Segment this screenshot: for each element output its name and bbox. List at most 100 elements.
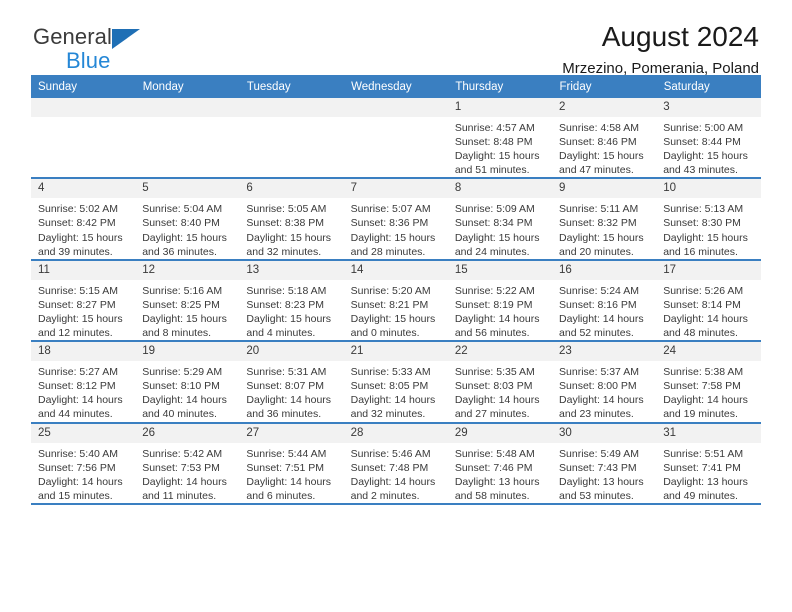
daylight-duration-line1: Daylight: 14 hours (142, 394, 227, 407)
day-sun-info: Sunrise: 5:38 AM Sunset: 7:58 PM Daylight:… (656, 361, 760, 421)
day-number: 4 (31, 179, 136, 199)
day-number: 29 (447, 423, 553, 443)
day-number: 24 (656, 342, 761, 362)
daylight-duration-line1: Daylight: 14 hours (350, 394, 436, 407)
daylight-duration-line2: and 28 minutes. (350, 245, 426, 258)
logo-triangle-icon (111, 29, 140, 49)
calendar-week-row: 25 Sunrise: 5:40 AM Sunset: 7:56 PM Dayligh… (31, 422, 761, 505)
sunset-time: Sunset: 8:32 PM (559, 217, 637, 230)
calendar-day-cell[interactable]: 16 Sunrise: 5:24 AM Sunset: 8:16 PM Dayligh… (552, 259, 657, 343)
page-title: August 2024 (601, 21, 759, 52)
sunrise-time: Sunrise: 4:58 AM (559, 122, 639, 134)
day-sun-info: Sunrise: 5:15 AM Sunset: 8:27 PM Daylight:… (31, 280, 135, 340)
day-number: 21 (343, 342, 448, 362)
calendar-day-cell[interactable]: 6 Sunrise: 5:05 AM Sunset: 8:38 PM Daylight… (239, 178, 344, 261)
day-sun-info: Sunrise: 5:46 AM Sunset: 7:48 PM Daylight:… (344, 443, 448, 503)
sunrise-time: Sunrise: 5:11 AM (559, 203, 639, 216)
calendar-day-cell[interactable]: 10 Sunrise: 5:13 AM Sunset: 8:30 PM Dayligh… (656, 178, 761, 261)
logo-blue-label: Blue (66, 48, 111, 73)
calendar-week-row: 11 Sunrise: 5:15 AM Sunset: 8:27 PM Dayligh… (31, 259, 761, 343)
daylight-duration-line2: and 36 minutes. (142, 245, 217, 258)
sunrise-time: Sunrise: 5:26 AM (663, 284, 744, 297)
daylight-duration-line1: Daylight: 15 hours (350, 231, 436, 244)
calendar-day-cell[interactable]: 29 Sunrise: 5:48 AM Sunset: 7:46 PM Dayligh… (447, 422, 553, 505)
day-sun-info: Sunrise: 5:27 AM Sunset: 8:12 PM Daylight:… (31, 361, 135, 421)
calendar-day-cell[interactable]: 26 Sunrise: 5:42 AM Sunset: 7:53 PM Dayligh… (135, 422, 240, 505)
daylight-duration-line2: and 11 minutes. (142, 489, 217, 502)
sunrise-time: Sunrise: 5:37 AM (559, 366, 639, 379)
day-number: 9 (552, 179, 657, 199)
sunset-time: Sunset: 8:46 PM (559, 136, 637, 149)
calendar-day-cell[interactable]: 15 Sunrise: 5:22 AM Sunset: 8:19 PM Dayligh… (447, 259, 553, 343)
daylight-duration-line2: and 32 minutes. (246, 245, 322, 258)
day-sun-info: Sunrise: 5:48 AM Sunset: 7:46 PM Daylight:… (448, 443, 552, 503)
calendar-week-row: 4 Sunrise: 5:02 AM Sunset: 8:42 PM Daylight… (31, 178, 761, 261)
daylight-duration-line1: Daylight: 15 hours (142, 312, 227, 325)
calendar-day-cell[interactable]: 4 Sunrise: 5:02 AM Sunset: 8:42 PM Daylight… (31, 178, 136, 261)
sunset-time: Sunset: 7:41 PM (663, 461, 741, 474)
sunrise-time: Sunrise: 5:48 AM (454, 447, 535, 460)
daylight-duration-line2: and 12 minutes. (38, 327, 113, 340)
daylight-duration-line1: Daylight: 15 hours (663, 231, 748, 244)
calendar-day-cell[interactable]: 3 Sunrise: 5:00 AM Sunset: 8:44 PM Daylight… (656, 98, 761, 180)
calendar-day-cell[interactable]: 24 Sunrise: 5:38 AM Sunset: 7:58 PM Dayligh… (656, 341, 761, 424)
calendar-day-cell[interactable]: 28 Sunrise: 5:46 AM Sunset: 7:48 PM Dayligh… (343, 422, 448, 505)
sunset-time: Sunset: 8:36 PM (350, 217, 429, 230)
calendar-day-cell[interactable]: 5 Sunrise: 5:04 AM Sunset: 8:40 PM Daylight… (135, 178, 240, 261)
sunset-time: Sunset: 8:21 PM (350, 298, 429, 311)
sunset-time: Sunset: 7:48 PM (350, 461, 429, 474)
day-sun-info: Sunrise: 5:37 AM Sunset: 8:00 PM Daylight:… (552, 361, 656, 421)
calendar-day-cell[interactable]: 31 Sunrise: 5:51 AM Sunset: 7:41 PM Dayligh… (656, 422, 761, 505)
calendar-day-cell[interactable]: 7 Sunrise: 5:07 AM Sunset: 8:36 PM Daylight… (343, 178, 448, 261)
day-number: 1 (447, 98, 553, 117)
daylight-duration-line2: and 58 minutes. (454, 489, 530, 502)
calendar-day-cell[interactable]: 25 Sunrise: 5:40 AM Sunset: 7:56 PM Dayligh… (31, 422, 136, 505)
daylight-duration-line2: and 39 minutes. (38, 245, 113, 258)
daylight-duration-line2: and 48 minutes. (663, 327, 738, 340)
day-number: 16 (552, 260, 657, 280)
calendar-week-row: 1 Sunrise: 4:57 AM Sunset: 8:48 PM Daylight… (31, 98, 761, 180)
calendar-day-cell[interactable]: 14 Sunrise: 5:20 AM Sunset: 8:21 PM Dayligh… (343, 259, 448, 343)
sunrise-time: Sunrise: 5:51 AM (663, 447, 744, 460)
daylight-duration-line2: and 2 minutes. (350, 489, 420, 502)
calendar-day-cell[interactable]: 12 Sunrise: 5:16 AM Sunset: 8:25 PM Dayligh… (135, 259, 240, 343)
weekday-header-thursday: Thursday (447, 75, 553, 98)
weekday-header-tuesday: Tuesday (239, 75, 345, 98)
daylight-duration-line1: Daylight: 15 hours (142, 231, 227, 244)
calendar-day-cell[interactable]: 11 Sunrise: 5:15 AM Sunset: 8:27 PM Dayligh… (31, 259, 136, 343)
day-sun-info: Sunrise: 5:16 AM Sunset: 8:25 PM Daylight:… (135, 280, 239, 340)
daylight-duration-line1: Daylight: 15 hours (454, 150, 540, 163)
calendar-day-cell[interactable]: 1 Sunrise: 4:57 AM Sunset: 8:48 PM Daylight… (447, 98, 553, 180)
sunrise-time: Sunrise: 5:44 AM (246, 447, 327, 460)
calendar-day-cell[interactable]: 13 Sunrise: 5:18 AM Sunset: 8:23 PM Dayligh… (239, 259, 344, 343)
calendar-day-cell[interactable]: 18 Sunrise: 5:27 AM Sunset: 8:12 PM Dayligh… (31, 341, 136, 424)
calendar-day-cell[interactable]: 27 Sunrise: 5:44 AM Sunset: 7:51 PM Dayligh… (239, 422, 344, 505)
sunrise-time: Sunrise: 5:40 AM (38, 447, 118, 460)
day-sun-info: Sunrise: 5:40 AM Sunset: 7:56 PM Daylight:… (31, 443, 135, 503)
day-sun-info: Sunrise: 5:02 AM Sunset: 8:42 PM Daylight:… (31, 198, 135, 258)
sunset-time: Sunset: 8:05 PM (350, 380, 429, 393)
calendar-day-cell[interactable]: 17 Sunrise: 5:26 AM Sunset: 8:14 PM Dayligh… (656, 259, 761, 343)
day-number: 7 (343, 179, 448, 199)
calendar-day-cell[interactable]: 23 Sunrise: 5:37 AM Sunset: 8:00 PM Dayligh… (552, 341, 657, 424)
calendar-day-cell[interactable]: 19 Sunrise: 5:29 AM Sunset: 8:10 PM Dayligh… (135, 341, 240, 424)
daylight-duration-line2: and 43 minutes. (663, 164, 738, 177)
sunrise-time: Sunrise: 5:49 AM (559, 447, 639, 460)
day-sun-info: Sunrise: 5:00 AM Sunset: 8:44 PM Daylight:… (656, 117, 760, 177)
sunset-time: Sunset: 8:30 PM (663, 217, 741, 230)
day-number: 27 (239, 423, 344, 443)
sunset-time: Sunset: 8:34 PM (454, 217, 533, 230)
daylight-duration-line1: Daylight: 14 hours (142, 475, 227, 488)
calendar-day-cell[interactable]: 2 Sunrise: 4:58 AM Sunset: 8:46 PM Daylight… (552, 98, 657, 180)
calendar-day-cell[interactable]: 21 Sunrise: 5:33 AM Sunset: 8:05 PM Dayligh… (343, 341, 448, 424)
day-number: 13 (239, 260, 344, 280)
calendar-day-cell[interactable]: 8 Sunrise: 5:09 AM Sunset: 8:34 PM Daylight… (447, 178, 553, 261)
calendar-day-cell[interactable]: 20 Sunrise: 5:31 AM Sunset: 8:07 PM Dayligh… (239, 341, 344, 424)
sunrise-time: Sunrise: 5:46 AM (350, 447, 431, 460)
sunrise-time: Sunrise: 5:00 AM (663, 122, 744, 134)
calendar-day-cell[interactable]: 22 Sunrise: 5:35 AM Sunset: 8:03 PM Dayligh… (447, 341, 553, 424)
daylight-duration-line2: and 56 minutes. (454, 327, 530, 340)
calendar-day-cell[interactable]: 30 Sunrise: 5:49 AM Sunset: 7:43 PM Dayligh… (552, 422, 657, 505)
day-number: 25 (31, 423, 136, 443)
calendar-day-cell[interactable]: 9 Sunrise: 5:11 AM Sunset: 8:32 PM Daylight… (552, 178, 657, 261)
